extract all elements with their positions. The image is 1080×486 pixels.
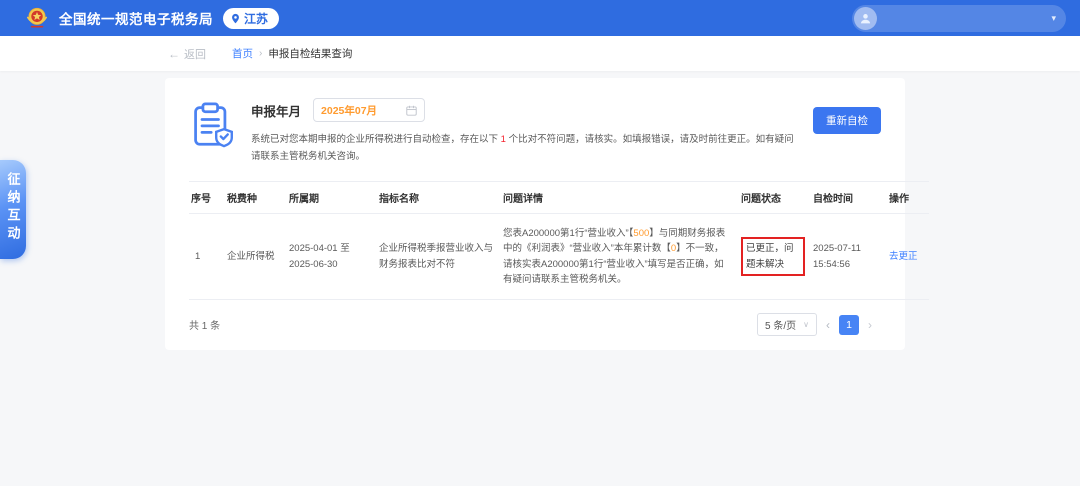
breadcrumb-separator: › [259,48,263,59]
month-label: 申报年月 [251,104,302,119]
column-header-detail: 问题详情 [501,181,739,215]
cell-check-time: 2025-07-11 15:54:56 [811,213,887,300]
dropdown-caret-icon: ▾ [1051,12,1056,23]
self-check-result-card: 申报年月 2025年07月 系统已对您本期申报的企业所得税进行自动检查，存在以下… [165,78,929,350]
avatar [854,6,877,30]
column-header-status: 问题状态 [739,181,811,215]
app-title: 全国统一规范电子税务局 [59,12,213,27]
side-tab-label: 征纳互动 [5,172,21,244]
month-row: 申报年月 2025年07月 [251,98,801,122]
table-header-row: 序号 税费种 所属期 指标名称 问题详情 问题状态 自检时间 操作 [189,181,929,215]
card-header-content: 申报年月 2025年07月 系统已对您本期申报的企业所得税进行自动检查，存在以下… [251,98,801,165]
breadcrumb: 首页 › 申报自检结果查询 [232,46,352,61]
cell-status: 已更正，问题未解决 [739,213,811,300]
back-arrow-icon: ← [168,46,180,61]
column-header-index: 序号 [189,181,225,215]
column-header-tax-type: 税费种 [225,181,287,215]
pagination-controls: 5 条/页 ∨ ‹ 1 › [757,313,881,336]
side-tab-interaction[interactable]: 征纳互动 [0,160,26,259]
region-selector[interactable]: 江苏 [223,7,280,29]
month-date-picker[interactable]: 2025年07月 [313,98,426,122]
next-page-button[interactable]: › [868,318,872,332]
cell-action: 去更正 [887,213,929,300]
recheck-button[interactable]: 重新自检 [813,107,881,134]
user-icon [860,13,871,23]
clipboard-check-icon [194,102,233,148]
breadcrumb-current: 申报自检结果查询 [268,48,353,60]
self-check-notice: 系统已对您本期申报的企业所得税进行自动检查，存在以下 1 个比对不符问题，请核实… [251,134,794,162]
breadcrumb-bar: ← 返回 首页 › 申报自检结果查询 [0,36,1080,71]
location-pin-icon [232,13,239,23]
cell-indicator: 企业所得税季报营业收入与财务报表比对不符 [377,213,501,300]
back-label: 返回 [184,48,206,61]
page-size-select[interactable]: 5 条/页 ∨ [757,313,817,336]
cell-period: 2025-04-01 至 2025-06-30 [287,213,377,300]
column-header-check-time: 自检时间 [811,181,887,215]
cell-index: 1 [189,213,225,300]
cell-tax-type: 企业所得税 [225,213,287,300]
calendar-icon [406,105,417,116]
column-header-period: 所属期 [287,181,377,215]
go-correct-link[interactable]: 去更正 [889,251,918,262]
column-header-action: 操作 [887,181,929,215]
select-caret-icon: ∨ [803,320,809,329]
breadcrumb-home[interactable]: 首页 [232,46,253,61]
card-header: 申报年月 2025年07月 系统已对您本期申报的企业所得税进行自动检查，存在以下… [189,98,881,165]
page-number-1[interactable]: 1 [839,314,859,335]
page-size-value: 5 条/页 [765,321,797,332]
result-table: 序号 税费种 所属期 指标名称 问题详情 问题状态 自检时间 操作 1 企业所得… [189,181,929,300]
month-value: 2025年07月 [321,104,378,117]
status-annotation-box: 已更正，问题未解决 [741,237,805,276]
back-button[interactable]: ← 返回 [168,46,206,62]
region-label: 江苏 [244,11,269,26]
prev-page-button[interactable]: ‹ [826,318,830,332]
user-menu[interactable]: ▾ [852,4,1066,32]
cell-detail: 您表A200000第1行“营业收入”【500】与同期财务报表中的《利润表》“营业… [501,213,739,300]
table-row: 1 企业所得税 2025-04-01 至 2025-06-30 企业所得税季报营… [189,213,929,300]
tax-bureau-logo-icon [24,5,50,31]
pagination: 共 1 条 5 条/页 ∨ ‹ 1 › [189,313,881,336]
app-header: 全国统一规范电子税务局 江苏 ▾ [0,0,1080,36]
column-header-indicator: 指标名称 [377,181,501,215]
total-count-label: 共 1 条 [189,321,221,332]
